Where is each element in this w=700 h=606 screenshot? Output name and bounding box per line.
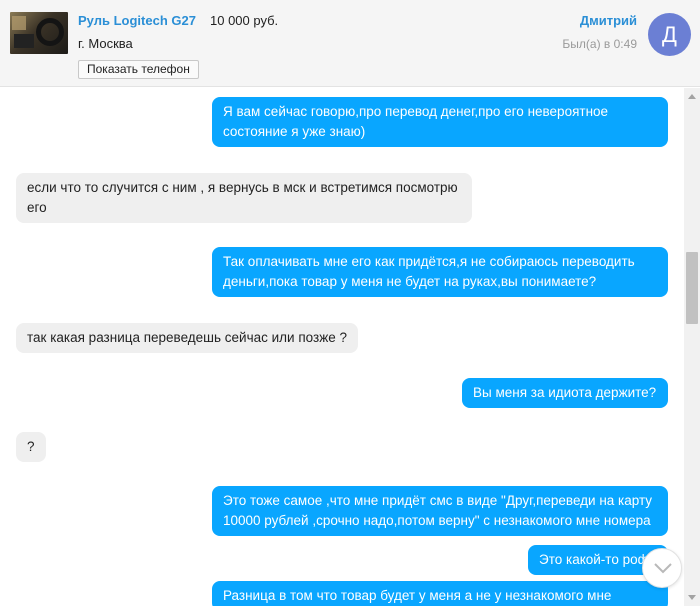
listing-title-link[interactable]: Руль Logitech G27 (78, 13, 196, 28)
show-phone-button[interactable]: Показать телефон (78, 60, 199, 79)
scroll-to-bottom-button[interactable] (642, 548, 682, 588)
listing-city: г. Москва (78, 36, 133, 51)
contact-name-link[interactable]: Дмитрий (580, 13, 637, 28)
message-line: Это тоже самое ,что мне придёт смс в вид… (223, 493, 653, 508)
message-line: если что то случится с ним , я вернусь в… (27, 180, 458, 195)
message-outgoing: Так оплачивать мне его как придётся,я не… (212, 247, 668, 297)
message-line: ? (27, 439, 35, 454)
message-incoming: так какая разница переведешь сейчас или … (16, 323, 358, 353)
message-line: Так оплачивать мне его как придётся,я не… (223, 254, 635, 269)
message-line: состояние я уже знаю) (223, 124, 366, 139)
message-incoming: ? (16, 432, 46, 462)
message-line: Вы меня за идиота держите? (473, 385, 657, 400)
listing-thumbnail[interactable] (10, 12, 68, 54)
thumbnail-box (12, 16, 26, 30)
scroll-down-arrow-icon[interactable] (688, 595, 696, 600)
message-outgoing: Я вам сейчас говорю,про перевод денег,пр… (212, 97, 668, 147)
chat-header: Руль Logitech G27 10 000 руб. г. Москва … (0, 0, 700, 87)
scroll-up-arrow-icon[interactable] (688, 94, 696, 99)
thumbnail-pedals (14, 34, 34, 48)
message-line: Я вам сейчас говорю,про перевод денег,пр… (223, 104, 609, 119)
message-line: Разница в том что товар будет у меня а н… (223, 588, 612, 603)
message-line: Это какой-то роф (539, 552, 649, 567)
listing-price: 10 000 руб. (210, 13, 279, 28)
message-list[interactable]: Я вам сейчас говорю,про перевод денег,пр… (0, 88, 684, 606)
message-line: его (27, 200, 47, 215)
message-outgoing: Это тоже самое ,что мне придёт смс в вид… (212, 486, 668, 536)
chat-scrollbar[interactable] (684, 88, 700, 606)
scrollbar-thumb[interactable] (686, 252, 698, 324)
chevron-down-icon (654, 563, 672, 574)
last-seen-status: Был(а) в 0:49 (562, 37, 637, 51)
message-incoming: если что то случится с ним , я вернусь в… (16, 173, 472, 223)
message-line: так какая разница переведешь сейчас или … (27, 330, 347, 345)
message-line: деньги,пока товар у меня не будет на рук… (223, 274, 597, 289)
message-line: 10000 рублей ,срочно надо,потом верну" с… (223, 513, 651, 528)
message-outgoing: Вы меня за идиота держите? (462, 378, 668, 408)
message-outgoing: Разница в том что товар будет у меня а н… (212, 581, 668, 606)
avatar[interactable]: Д (648, 13, 691, 56)
thumbnail-wheel (36, 18, 64, 46)
